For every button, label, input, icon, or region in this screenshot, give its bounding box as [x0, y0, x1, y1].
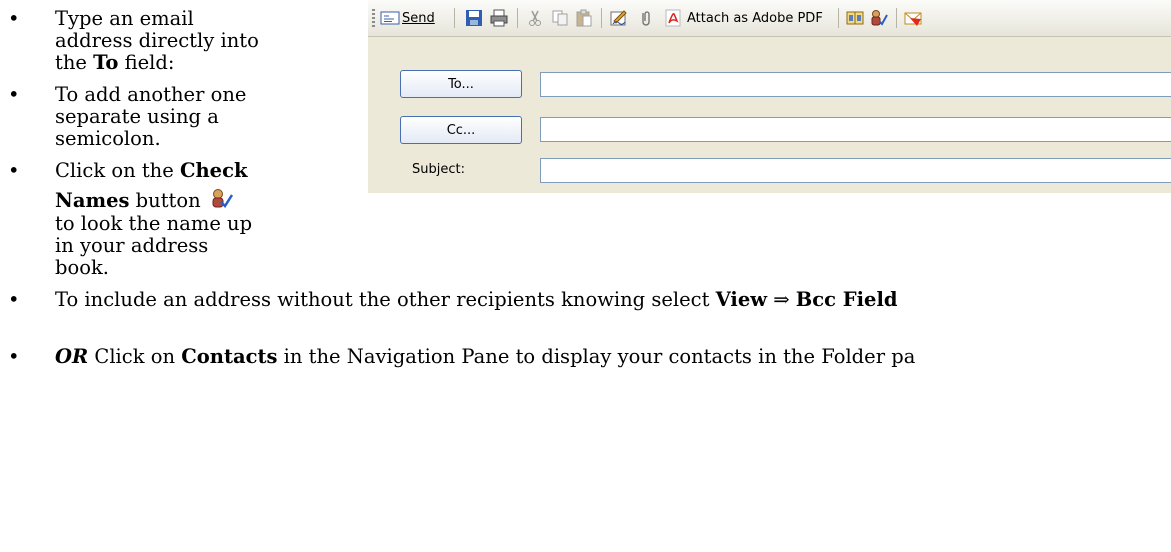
outlook-compose-screenshot: Send Attach as Adobe PDF To... Cc... Sub… — [368, 0, 1171, 193]
toolbar-separator — [601, 8, 602, 28]
to-field[interactable] — [540, 72, 1171, 97]
toolbar-separator — [838, 8, 839, 28]
bullet-2-line-1: To add another one — [55, 83, 247, 106]
bullet-3-line-3: to look the name up — [55, 212, 253, 235]
cc-button[interactable]: Cc... — [400, 116, 522, 144]
toolbar-grip[interactable] — [372, 9, 375, 28]
toolbar-separator — [517, 8, 518, 28]
check-names-icon[interactable] — [870, 9, 888, 27]
signature-icon[interactable] — [610, 9, 628, 27]
bullet-1-line-3: the To field: — [55, 51, 175, 74]
bullet-1-line-2: address directly into — [55, 29, 259, 52]
bullet-icon: • — [8, 7, 20, 30]
address-book-icon[interactable] — [846, 9, 864, 27]
cut-icon[interactable] — [526, 9, 544, 27]
attach-icon[interactable] — [636, 9, 654, 27]
subject-label: Subject: — [412, 162, 465, 177]
bullet-icon: • — [8, 288, 20, 311]
copy-icon[interactable] — [551, 9, 569, 27]
toolbar-separator — [896, 8, 897, 28]
bullet-3-line-2: Names button — [55, 188, 234, 212]
bullet-icon: • — [8, 83, 20, 106]
toolbar-separator — [454, 8, 455, 28]
bullet-1-line-1: Type an email — [55, 7, 194, 30]
send-icon — [380, 11, 400, 25]
save-icon[interactable] — [465, 9, 483, 27]
to-button[interactable]: To... — [400, 70, 522, 98]
bullet-icon: • — [8, 345, 20, 368]
follow-up-flag-mail-icon[interactable] — [904, 9, 922, 27]
bullet-3-line-1: Click on the Check — [55, 159, 248, 182]
bullet-4-line-1: To include an address without the other … — [55, 288, 898, 311]
cc-field[interactable] — [540, 117, 1171, 142]
attach-as-adobe-pdf-button[interactable]: Attach as Adobe PDF — [664, 7, 823, 29]
send-button[interactable]: Send — [380, 7, 435, 29]
check-names-icon — [212, 189, 233, 208]
bullet-2-line-2: separate using a — [55, 105, 219, 128]
subject-field[interactable] — [540, 158, 1171, 183]
bullet-5-line-1: OR Click on Contacts in the Navigation P… — [55, 345, 916, 368]
bullet-3-line-4: in your address — [55, 234, 209, 257]
adobe-pdf-icon — [665, 9, 681, 27]
print-icon[interactable] — [490, 9, 508, 27]
standard-toolbar: Send Attach as Adobe PDF — [368, 0, 1171, 37]
bullet-icon: • — [8, 159, 20, 182]
paste-icon[interactable] — [575, 9, 593, 27]
bullet-2-line-3: semicolon. — [55, 127, 161, 150]
bullet-3-line-5: book. — [55, 256, 109, 279]
